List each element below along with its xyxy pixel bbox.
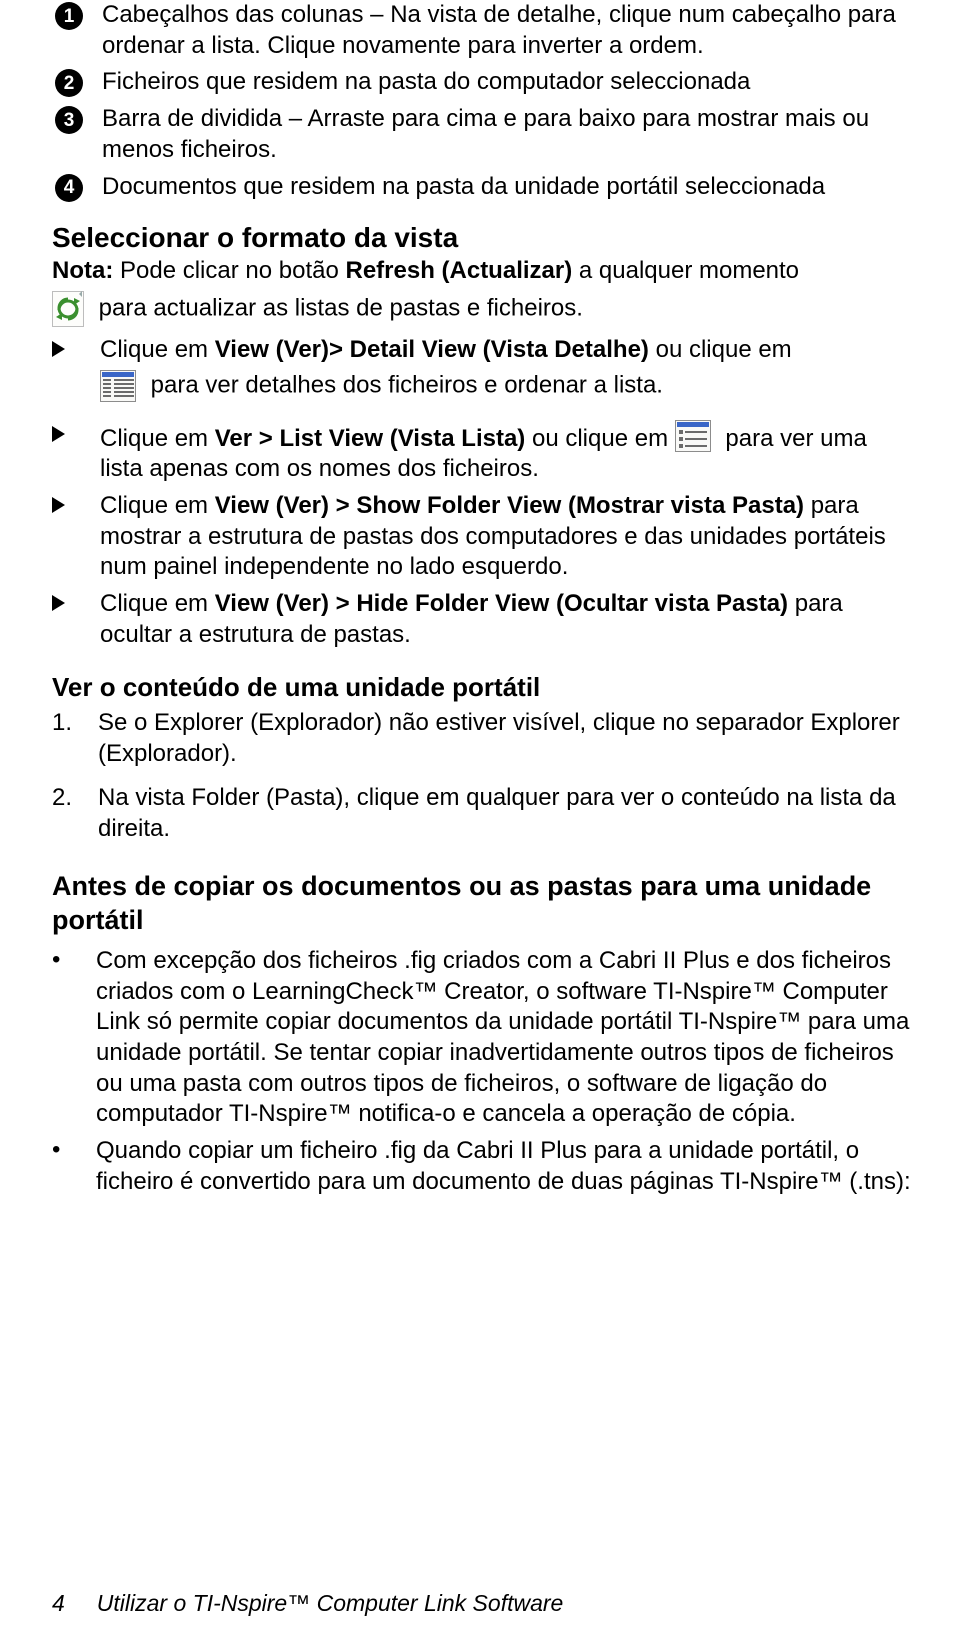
- heading-before-copying: Antes de copiar os documentos ou as past…: [52, 869, 912, 938]
- bullet-dot-icon: •: [52, 1136, 74, 1197]
- bullet-body: Clique em View (Ver) > Hide Folder View …: [100, 589, 912, 650]
- numbered-text: Documentos que residem na pasta da unida…: [102, 172, 912, 203]
- dot-item-1: • Com excepção dos ficheiros .fig criado…: [52, 946, 912, 1130]
- numbered-text: Barra de dividida – Arraste para cima e …: [102, 104, 912, 165]
- b1-post: ou clique em: [649, 336, 792, 363]
- number-marker: 4: [52, 172, 86, 203]
- circle-number-3: 3: [55, 106, 83, 134]
- dot-body: Com excepção dos ficheiros .fig criados …: [96, 946, 912, 1130]
- triangle-bullet-icon: [52, 420, 78, 485]
- bullet-dot-icon: •: [52, 946, 74, 1130]
- numbered-item-3: 3 Barra de dividida – Arraste para cima …: [52, 104, 912, 165]
- ordered-body: Na vista Folder (Pasta), clique em qualq…: [98, 783, 912, 844]
- number-marker: 3: [52, 104, 86, 165]
- b2-bold: Ver > List View (Vista Lista): [215, 425, 526, 452]
- numbered-text: Ficheiros que residem na pasta do comput…: [102, 67, 912, 98]
- b4-bold: View (Ver) > Hide Folder View (Ocultar v…: [215, 590, 788, 617]
- b3-bold: View (Ver) > Show Folder View (Mostrar v…: [215, 492, 804, 519]
- heading-select-view-format: Seleccionar o formato da vista: [52, 220, 912, 256]
- note-line: Nota: Pode clicar no botão Refresh (Actu…: [52, 256, 912, 287]
- numbered-text: Cabeçalhos das colunas – Na vista de det…: [102, 0, 912, 61]
- ordered-item-1: 1. Se o Explorer (Explorador) não estive…: [52, 708, 912, 769]
- b1-pre: Clique em: [100, 336, 215, 363]
- b2-mid: ou clique em: [525, 425, 674, 452]
- nota-post: a qualquer momento: [572, 257, 799, 284]
- page-number: 4: [52, 1589, 65, 1618]
- b1-line2: para ver detalhes dos ficheiros e ordena…: [100, 370, 912, 402]
- bullet-item-2: Clique em Ver > List View (Vista Lista) …: [52, 420, 912, 485]
- triangle-bullet-icon: [52, 491, 78, 583]
- refresh-line: para actualizar as listas de pastas e fi…: [52, 291, 912, 327]
- bullet-body: Clique em View (Ver)> Detail View (Vista…: [100, 335, 912, 402]
- numbered-item-1: 1 Cabeçalhos das colunas – Na vista de d…: [52, 0, 912, 61]
- detail-view-icon: [100, 370, 136, 402]
- circle-number-2: 2: [55, 69, 83, 97]
- ordered-body: Se o Explorer (Explorador) não estiver v…: [98, 708, 912, 769]
- ordered-item-2: 2. Na vista Folder (Pasta), clique em qu…: [52, 783, 912, 844]
- refresh-icon: [52, 291, 84, 327]
- triangle-bullet-icon: [52, 589, 78, 650]
- triangle-bullet-icon: [52, 335, 78, 402]
- bullet-body: Clique em View (Ver) > Show Folder View …: [100, 491, 912, 583]
- b4-pre: Clique em: [100, 590, 215, 617]
- b1-after-icon: para ver detalhes dos ficheiros e ordena…: [144, 371, 663, 398]
- numbered-item-4: 4 Documentos que residem na pasta da uni…: [52, 172, 912, 203]
- refresh-text: para actualizar as listas de pastas e fi…: [92, 294, 583, 321]
- circle-number-4: 4: [55, 174, 83, 202]
- nota-label: Nota:: [52, 257, 113, 284]
- numbered-item-2: 2 Ficheiros que residem na pasta do comp…: [52, 67, 912, 98]
- nota-bold: Refresh (Actualizar): [345, 257, 572, 284]
- b1-bold: View (Ver)> Detail View (Vista Detalhe): [215, 336, 649, 363]
- page-footer: 4 Utilizar o TI-Nspire™ Computer Link So…: [0, 1589, 960, 1618]
- footer-title: Utilizar o TI-Nspire™ Computer Link Soft…: [97, 1589, 564, 1618]
- bullet-item-3: Clique em View (Ver) > Show Folder View …: [52, 491, 912, 583]
- page: 1 Cabeçalhos das colunas – Na vista de d…: [0, 0, 960, 1644]
- number-marker: 1: [52, 0, 86, 61]
- bullet-body: Clique em Ver > List View (Vista Lista) …: [100, 420, 912, 485]
- nota-pre: Pode clicar no botão: [113, 257, 345, 284]
- ordered-num: 2.: [52, 783, 80, 844]
- b2-pre: Clique em: [100, 425, 215, 452]
- list-view-icon: [675, 420, 711, 452]
- bullet-item-1: Clique em View (Ver)> Detail View (Vista…: [52, 335, 912, 402]
- number-marker: 2: [52, 67, 86, 98]
- dot-body: Quando copiar um ficheiro .fig da Cabri …: [96, 1136, 912, 1197]
- circle-number-1: 1: [55, 2, 83, 30]
- b3-pre: Clique em: [100, 492, 215, 519]
- ordered-num: 1.: [52, 708, 80, 769]
- bullet-item-4: Clique em View (Ver) > Hide Folder View …: [52, 589, 912, 650]
- heading-view-handheld-contents: Ver o conteúdo de uma unidade portátil: [52, 671, 912, 704]
- dot-item-2: • Quando copiar um ficheiro .fig da Cabr…: [52, 1136, 912, 1197]
